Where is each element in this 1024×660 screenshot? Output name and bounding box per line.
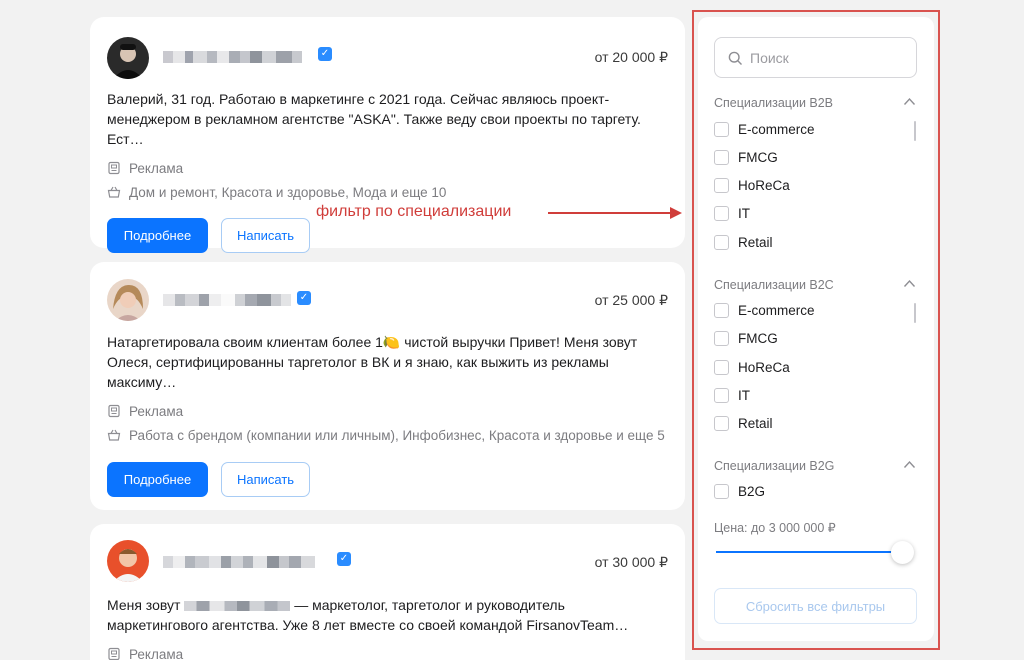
checkbox[interactable]: [714, 360, 729, 375]
checkbox-b2b-horeca[interactable]: HoReCa: [714, 178, 790, 193]
checkbox[interactable]: [714, 122, 729, 137]
checkbox[interactable]: [714, 235, 729, 250]
arrow-right-icon: [548, 207, 682, 219]
basket-icon: [107, 429, 121, 441]
group-scrollbar[interactable]: [914, 121, 916, 141]
search-placeholder: Поиск: [750, 50, 789, 66]
category-label: Реклама: [129, 161, 184, 176]
category-row: Реклама: [107, 645, 668, 660]
checkbox-b2c-fmcg[interactable]: FMCG: [714, 331, 778, 346]
checkbox[interactable]: [714, 416, 729, 431]
niches-label: Работа с брендом (компании или личным), …: [129, 428, 665, 443]
option-label: IT: [738, 388, 750, 403]
checkbox-b2c-horeca[interactable]: HoReCa: [714, 360, 790, 375]
checkbox-b2b-fmcg[interactable]: FMCG: [714, 150, 778, 165]
specialist-name-blurred: [163, 51, 302, 63]
category-row: Реклама: [107, 159, 668, 178]
annotation-label: фильтр по специализации: [316, 203, 512, 220]
verified-icon: ✓: [337, 552, 351, 566]
search-input[interactable]: Поиск: [714, 37, 917, 78]
reset-filters-button[interactable]: Сбросить все фильтры: [714, 588, 917, 624]
verified-icon: ✓: [297, 291, 311, 305]
chevron-up-icon[interactable]: [903, 97, 916, 106]
basket-icon: [107, 186, 121, 198]
option-label: FMCG: [738, 150, 778, 165]
specialist-name-blurred: [163, 556, 315, 568]
chevron-up-icon[interactable]: [903, 279, 916, 288]
checkbox-b2c-it[interactable]: IT: [714, 388, 750, 403]
option-label: HoReCa: [738, 178, 790, 193]
checkbox[interactable]: [714, 150, 729, 165]
checkbox[interactable]: [714, 331, 729, 346]
specialist-name-blurred: [163, 294, 291, 306]
option-label: HoReCa: [738, 360, 790, 375]
briefcase-icon: [108, 404, 120, 418]
checkbox[interactable]: [714, 206, 729, 221]
chevron-up-icon[interactable]: [903, 460, 916, 469]
option-label: E-commerce: [738, 303, 815, 318]
filter-panel: Поиск Специализации B2B E-commerce FMCG …: [698, 17, 934, 641]
more-button[interactable]: Подробнее: [107, 462, 208, 497]
description: Валерий, 31 год. Работаю в маркетинге с …: [107, 91, 641, 147]
checkbox-b2c-retail[interactable]: Retail: [714, 416, 773, 431]
checkbox[interactable]: [714, 303, 729, 318]
option-label: B2G: [738, 484, 766, 499]
search-icon: [728, 51, 742, 65]
checkbox-b2b-retail[interactable]: Retail: [714, 235, 773, 250]
price-slider-track[interactable]: [716, 551, 892, 553]
specialist-card: ✓ от 25 000 ₽ Натаргетировала своим клие…: [90, 262, 685, 510]
price-slider-thumb[interactable]: [891, 541, 914, 564]
group-title-b2b: Специализации B2B: [714, 96, 834, 110]
option-label: Retail: [738, 416, 773, 431]
group-title-b2c: Специализации B2C: [714, 278, 834, 292]
checkbox-b2b-it[interactable]: IT: [714, 206, 750, 221]
category-label: Реклама: [129, 404, 184, 419]
niches-row: Дом и ремонт, Красота и здоровье, Мода и…: [107, 183, 668, 202]
group-title-b2g: Специализации B2G: [714, 459, 835, 473]
niches-label: Дом и ремонт, Красота и здоровье, Мода и…: [129, 185, 447, 200]
option-label: FMCG: [738, 331, 778, 346]
checkbox-b2b-ecommerce[interactable]: E-commerce: [714, 122, 815, 137]
avatar[interactable]: [107, 540, 149, 582]
price: от 20 000 ₽: [594, 49, 668, 65]
specialist-card: ✓ от 30 000 ₽ Меня зовут — маркетолог, т…: [90, 524, 685, 660]
name-blurred-inline: [184, 601, 291, 612]
option-label: Retail: [738, 235, 773, 250]
description: Меня зовут — маркетолог, таргетолог и ру…: [107, 595, 668, 635]
briefcase-icon: [108, 647, 120, 660]
write-button[interactable]: Написать: [221, 218, 310, 253]
niches-row: Работа с брендом (компании или личным), …: [107, 426, 668, 445]
description: Натаргетировала своим клиентам более 1🍋 …: [107, 334, 638, 390]
price: от 30 000 ₽: [594, 554, 668, 570]
option-label: E-commerce: [738, 122, 815, 137]
checkbox[interactable]: [714, 178, 729, 193]
write-button[interactable]: Написать: [221, 462, 310, 497]
verified-icon: ✓: [318, 47, 332, 61]
more-button[interactable]: Подробнее: [107, 218, 208, 253]
price-filter-label: Цена: до 3 000 000 ₽: [714, 521, 836, 535]
checkbox-b2c-ecommerce[interactable]: E-commerce: [714, 303, 815, 318]
briefcase-icon: [108, 161, 120, 175]
category-label: Реклама: [129, 647, 184, 660]
checkbox-b2g[interactable]: B2G: [714, 484, 765, 499]
checkbox[interactable]: [714, 388, 729, 403]
option-label: IT: [738, 206, 750, 221]
group-scrollbar[interactable]: [914, 303, 916, 323]
price: от 25 000 ₽: [594, 292, 668, 308]
checkbox[interactable]: [714, 484, 729, 499]
category-row: Реклама: [107, 402, 668, 421]
avatar[interactable]: [107, 37, 149, 79]
description-start: Меня зовут: [107, 597, 181, 613]
avatar[interactable]: [107, 279, 149, 321]
